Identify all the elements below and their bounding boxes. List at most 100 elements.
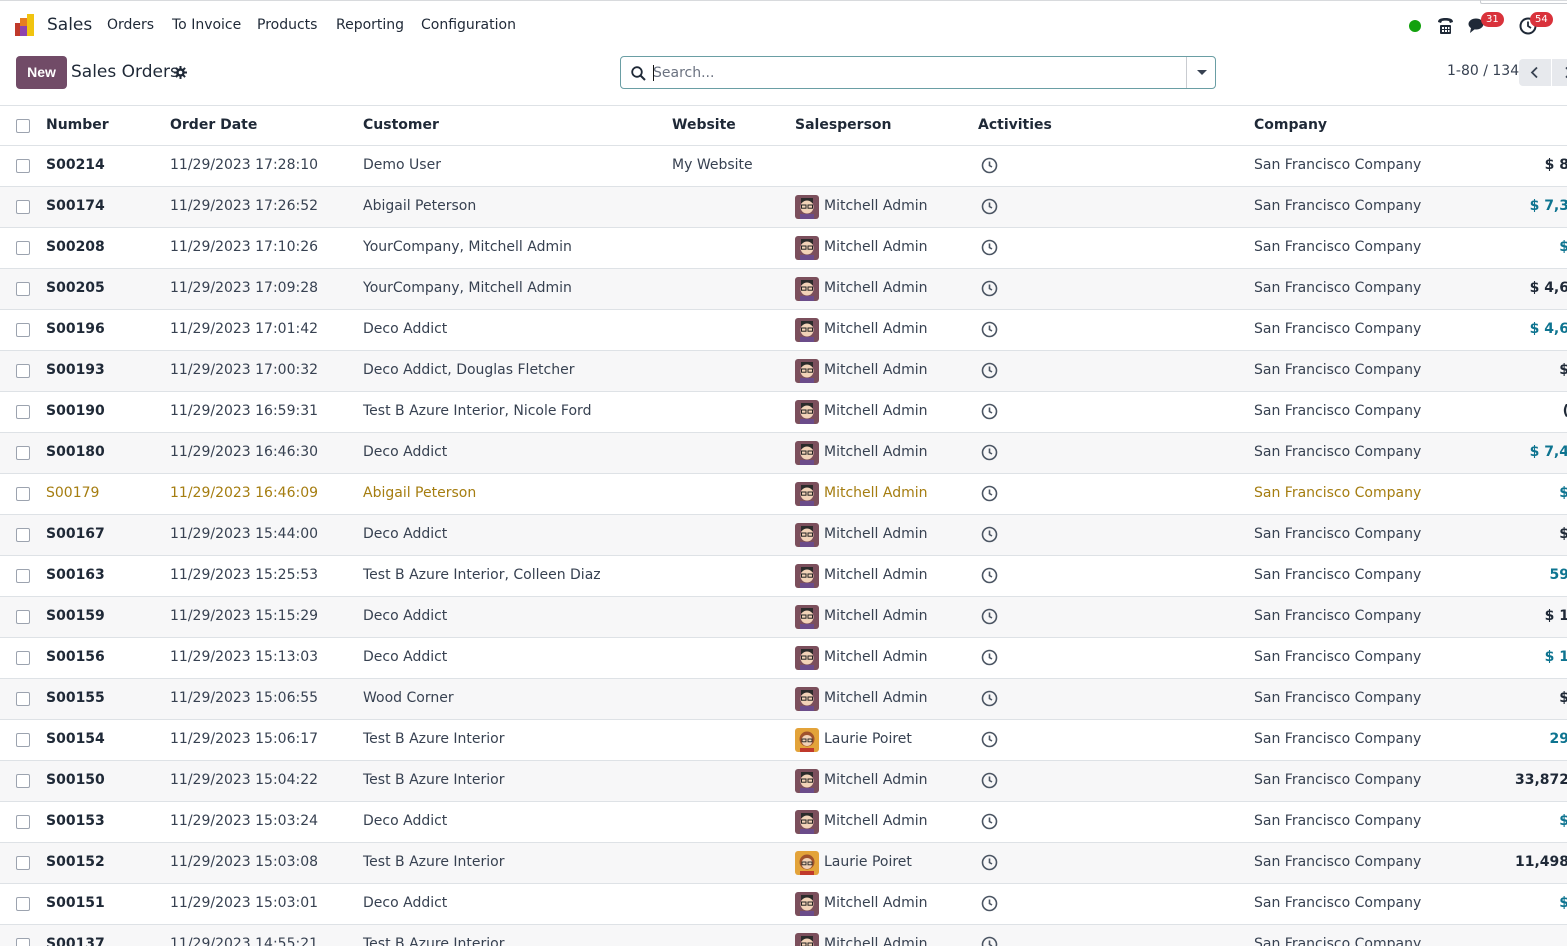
table-row[interactable]: S00167 11/29/2023 15:44:00 Deco Addict Mitc… [0, 515, 1567, 556]
gear-icon[interactable] [174, 66, 187, 79]
salesperson-avatar[interactable] [795, 810, 819, 834]
activity-clock-icon[interactable] [981, 936, 998, 946]
menu-configuration[interactable]: Configuration [421, 17, 516, 33]
row-checkbox[interactable] [16, 364, 30, 378]
salesperson-avatar[interactable] [795, 482, 819, 506]
column-header-order-date[interactable]: Order Date [170, 117, 257, 133]
table-row[interactable]: S00156 11/29/2023 15:13:03 Deco Addict Mitc… [0, 638, 1567, 679]
row-checkbox[interactable] [16, 651, 30, 665]
salesperson-avatar[interactable] [795, 523, 819, 547]
activity-clock-icon[interactable] [981, 239, 998, 256]
salesperson-avatar[interactable] [795, 359, 819, 383]
salesperson-name[interactable]: Mitchell Admin [824, 567, 928, 583]
new-button[interactable]: New [16, 56, 67, 89]
pager-value[interactable]: 1-80 / 134 [1447, 63, 1519, 79]
salesperson-avatar[interactable] [795, 933, 819, 946]
activity-clock-icon[interactable] [981, 526, 998, 543]
activity-clock-icon[interactable] [981, 321, 998, 338]
row-checkbox[interactable] [16, 487, 30, 501]
row-checkbox[interactable] [16, 446, 30, 460]
activity-clock-icon[interactable] [981, 485, 998, 502]
table-row[interactable]: S00190 11/29/2023 16:59:31 Test B Azure In… [0, 392, 1567, 433]
row-checkbox[interactable] [16, 856, 30, 870]
row-checkbox[interactable] [16, 610, 30, 624]
activity-clock-icon[interactable] [981, 772, 998, 789]
activity-clock-icon[interactable] [981, 731, 998, 748]
activity-clock-icon[interactable] [981, 854, 998, 871]
activity-clock-icon[interactable] [981, 608, 998, 625]
table-row[interactable]: S00214 11/29/2023 17:28:10 Demo User My Web… [0, 146, 1567, 187]
salesperson-avatar[interactable] [795, 277, 819, 301]
activity-clock-icon[interactable] [981, 198, 998, 215]
column-header-website[interactable]: Website [672, 117, 736, 133]
activity-clock-icon[interactable] [981, 403, 998, 420]
salesperson-name[interactable]: Mitchell Admin [824, 813, 928, 829]
row-checkbox[interactable] [16, 241, 30, 255]
table-row[interactable]: S00193 11/29/2023 17:00:32 Deco Addict, Do… [0, 351, 1567, 392]
activity-clock-icon[interactable] [981, 895, 998, 912]
salesperson-avatar[interactable] [795, 318, 819, 342]
activity-clock-icon[interactable] [981, 362, 998, 379]
salesperson-avatar[interactable] [795, 564, 819, 588]
column-header-customer[interactable]: Customer [363, 117, 439, 133]
sales-app-logo-icon[interactable] [15, 14, 37, 36]
table-row[interactable]: S00196 11/29/2023 17:01:42 Deco Addict Mitc… [0, 310, 1567, 351]
activity-clock-icon[interactable] [981, 649, 998, 666]
menu-reporting[interactable]: Reporting [336, 17, 404, 33]
activity-clock-icon[interactable] [981, 567, 998, 584]
salesperson-avatar[interactable] [795, 195, 819, 219]
table-row[interactable]: S00155 11/29/2023 15:06:55 Wood Corner Mitc… [0, 679, 1567, 720]
table-row[interactable]: S00208 11/29/2023 17:10:26 YourCompany, Mi… [0, 228, 1567, 269]
table-row[interactable]: S00159 11/29/2023 15:15:29 Deco Addict Mitc… [0, 597, 1567, 638]
pager-previous-button[interactable] [1519, 59, 1551, 86]
menu-orders[interactable]: Orders [107, 17, 154, 33]
row-checkbox[interactable] [16, 692, 30, 706]
salesperson-name[interactable]: Mitchell Admin [824, 772, 928, 788]
table-row[interactable]: S00137 11/29/2023 14:55:21 Test B Azure In… [0, 925, 1567, 946]
row-checkbox[interactable] [16, 569, 30, 583]
table-row[interactable]: S00179 11/29/2023 16:46:09 Abigail Peterso… [0, 474, 1567, 515]
salesperson-name[interactable]: Mitchell Admin [824, 198, 928, 214]
table-row[interactable]: S00163 11/29/2023 15:25:53 Test B Azure In… [0, 556, 1567, 597]
table-row[interactable]: S00180 11/29/2023 16:46:30 Deco Addict Mitc… [0, 433, 1567, 474]
row-checkbox[interactable] [16, 200, 30, 214]
column-header-activities[interactable]: Activities [978, 117, 1052, 133]
activity-clock-icon[interactable] [981, 813, 998, 830]
row-checkbox[interactable] [16, 774, 30, 788]
salesperson-avatar[interactable] [795, 646, 819, 670]
activity-clock-icon[interactable] [981, 157, 998, 174]
row-checkbox[interactable] [16, 323, 30, 337]
table-row[interactable]: S00151 11/29/2023 15:03:01 Deco Addict Mitc… [0, 884, 1567, 925]
activity-clock-icon[interactable] [981, 444, 998, 461]
row-checkbox[interactable] [16, 528, 30, 542]
salesperson-name[interactable]: Laurie Poiret [824, 731, 912, 747]
salesperson-name[interactable]: Mitchell Admin [824, 280, 928, 296]
table-row[interactable]: S00152 11/29/2023 15:03:08 Test B Azure In… [0, 843, 1567, 884]
salesperson-name[interactable]: Mitchell Admin [824, 936, 928, 946]
table-row[interactable]: S00174 11/29/2023 17:26:52 Abigail Peterso… [0, 187, 1567, 228]
salesperson-avatar[interactable] [795, 400, 819, 424]
salesperson-avatar[interactable] [795, 892, 819, 916]
salesperson-name[interactable]: Mitchell Admin [824, 895, 928, 911]
pager-next-button[interactable] [1552, 59, 1567, 86]
row-checkbox[interactable] [16, 897, 30, 911]
salesperson-name[interactable]: Mitchell Admin [824, 362, 928, 378]
table-row[interactable]: S00154 11/29/2023 15:06:17 Test B Azure In… [0, 720, 1567, 761]
column-header-company[interactable]: Company [1254, 117, 1327, 133]
row-checkbox[interactable] [16, 815, 30, 829]
app-name[interactable]: Sales [47, 15, 92, 35]
salesperson-name[interactable]: Mitchell Admin [824, 526, 928, 542]
search-options-toggle[interactable] [1186, 57, 1216, 88]
row-checkbox[interactable] [16, 733, 30, 747]
row-checkbox[interactable] [16, 938, 30, 946]
salesperson-avatar[interactable] [795, 441, 819, 465]
salesperson-name[interactable]: Mitchell Admin [824, 690, 928, 706]
salesperson-name[interactable]: Mitchell Admin [824, 608, 928, 624]
salesperson-name[interactable]: Mitchell Admin [824, 239, 928, 255]
salesperson-name[interactable]: Mitchell Admin [824, 403, 928, 419]
salesperson-avatar[interactable] [795, 605, 819, 629]
table-row[interactable]: S00150 11/29/2023 15:04:22 Test B Azure In… [0, 761, 1567, 802]
row-checkbox[interactable] [16, 282, 30, 296]
salesperson-avatar[interactable] [795, 687, 819, 711]
salesperson-name[interactable]: Mitchell Admin [824, 485, 928, 501]
